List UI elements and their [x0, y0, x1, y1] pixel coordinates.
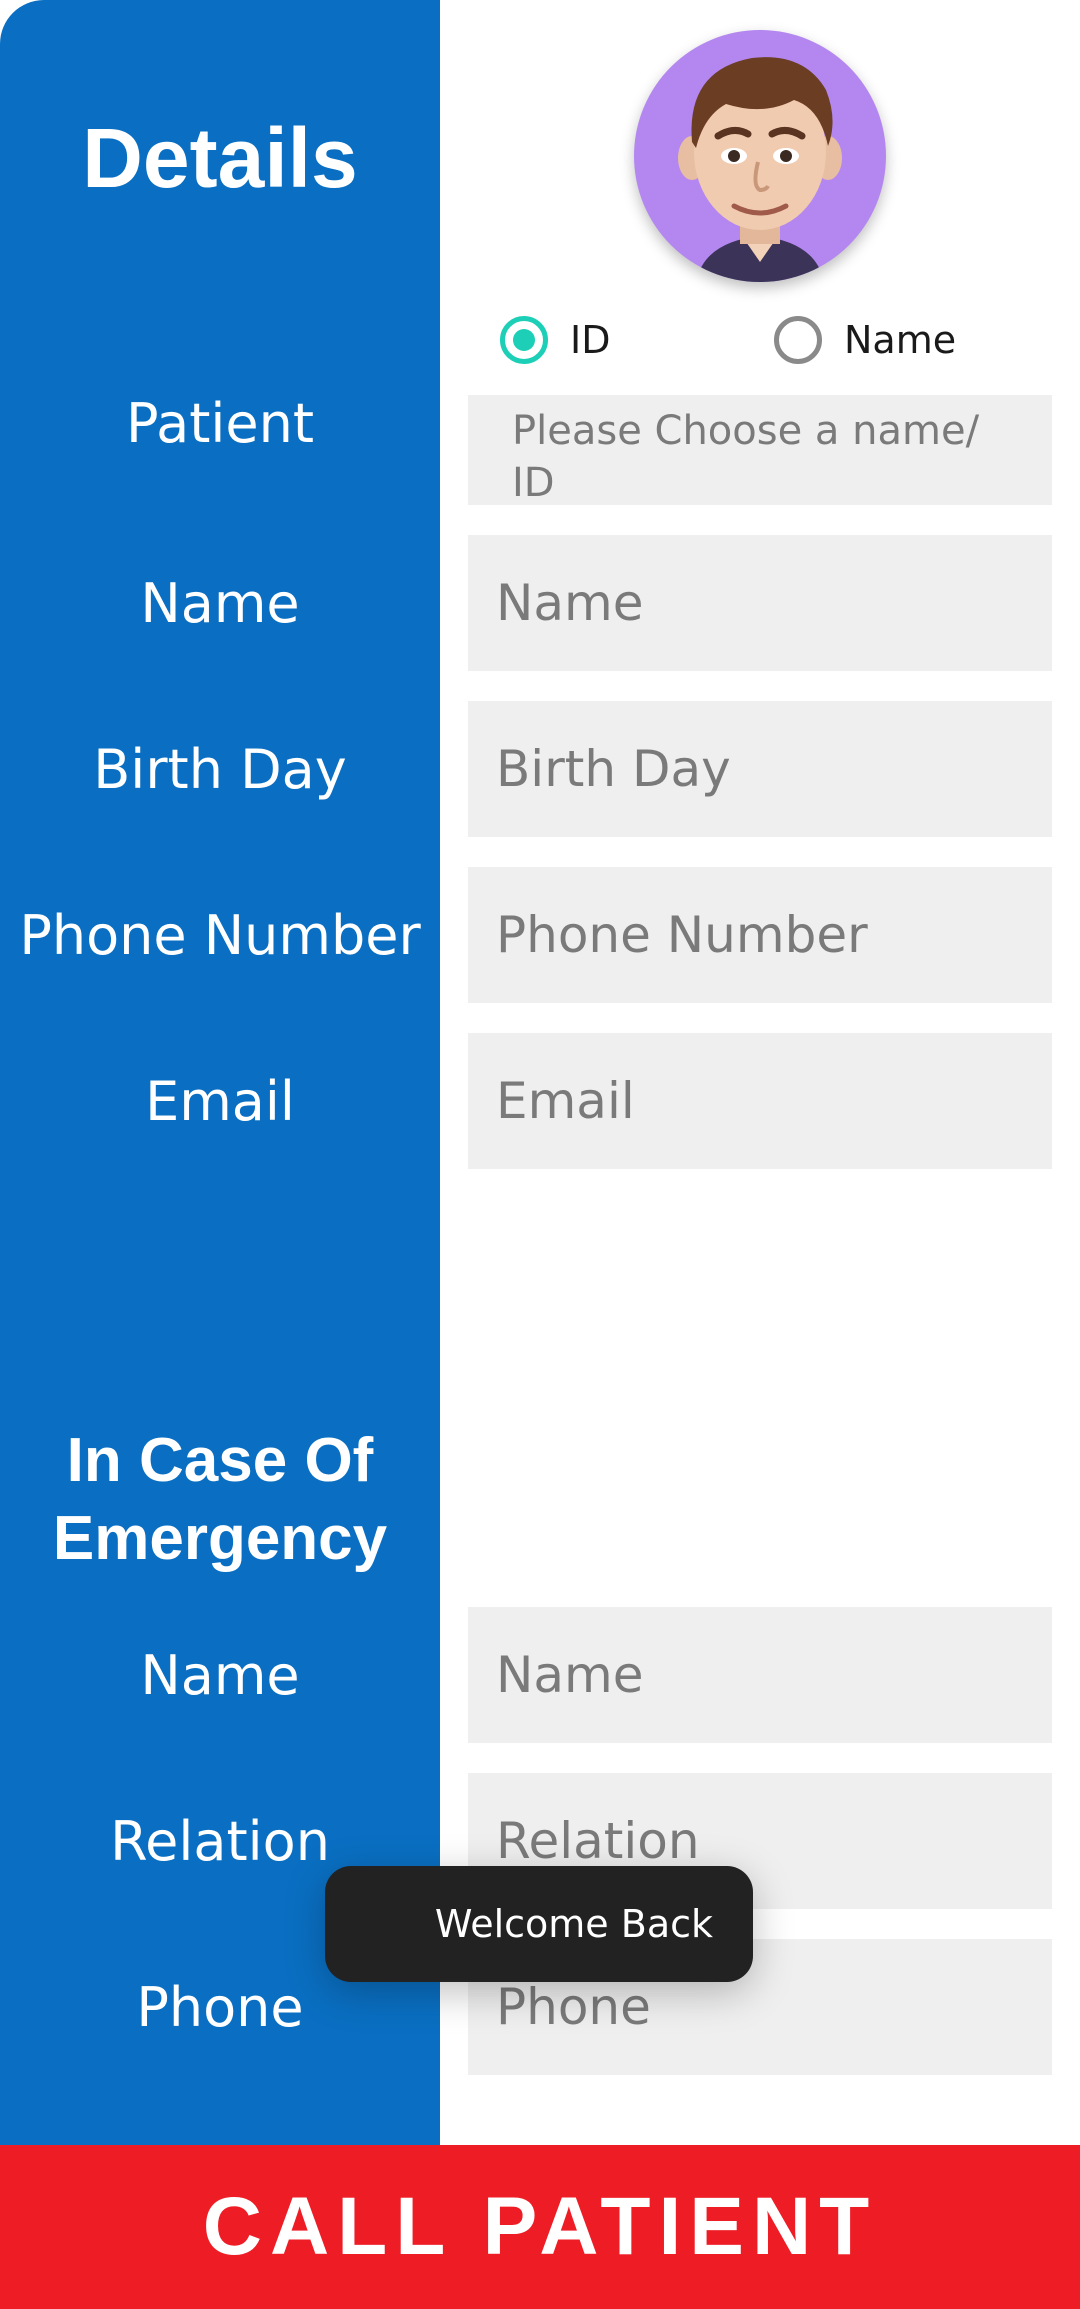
radio-option-id[interactable]: ID	[500, 310, 610, 370]
name-label: Name	[140, 572, 300, 635]
phone-number-label: Phone Number	[19, 904, 421, 967]
patient-details-screen: Details Patient Name Birth Day Phone Num…	[0, 0, 1080, 2309]
patient-label: Patient	[125, 392, 315, 455]
details-heading: Details	[82, 111, 358, 205]
avatar-face-icon	[678, 57, 842, 282]
patient-select[interactable]: Please Choose a name/ ID	[468, 395, 1052, 506]
welcome-toast: Welcome Back	[325, 1866, 753, 1982]
ice-name-field[interactable]: Name	[468, 1607, 1052, 1743]
call-patient-button[interactable]: CALL PATIENT	[0, 2145, 1080, 2309]
birthday-label: Birth Day	[93, 738, 347, 801]
ice-phone-label: Phone	[136, 1976, 304, 2039]
phone-number-field[interactable]: Phone Number	[468, 867, 1052, 1003]
radio-option-name[interactable]: Name	[774, 310, 956, 370]
radio-name-label: Name	[844, 318, 957, 362]
radio-unselected-icon[interactable]	[774, 316, 822, 364]
email-field[interactable]: Email	[468, 1033, 1052, 1169]
labels-sidebar: Details Patient Name Birth Day Phone Num…	[0, 0, 440, 2145]
emergency-heading: In Case Of Emergency	[52, 1426, 388, 1573]
patient-avatar	[634, 30, 886, 282]
email-label: Email	[145, 1070, 295, 1133]
ice-name-label: Name	[140, 1644, 300, 1707]
search-mode-radio-group: ID Name	[500, 310, 1060, 370]
ice-relation-label: Relation	[110, 1810, 330, 1873]
birthday-field[interactable]: Birth Day	[468, 701, 1052, 837]
name-field[interactable]: Name	[468, 535, 1052, 671]
radio-id-label: ID	[570, 318, 611, 362]
radio-selected-icon[interactable]	[500, 316, 548, 364]
